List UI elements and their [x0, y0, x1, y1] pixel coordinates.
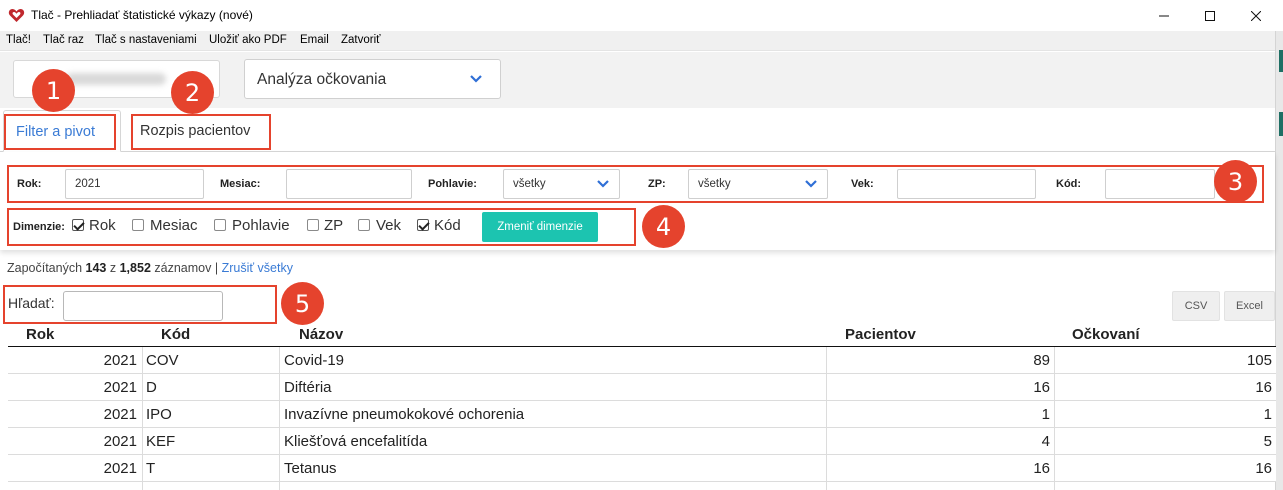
col-header-rok[interactable]: Rok: [26, 326, 54, 343]
search-label: Hľadať:: [8, 295, 55, 311]
excel-export-button[interactable]: Excel: [1224, 291, 1275, 321]
cell-kod: COV: [146, 352, 179, 369]
menu-bar: Tlač! Tlač raz Tlač s nastaveniami Uloži…: [0, 31, 1283, 51]
column-separator: [142, 347, 143, 490]
cell-kod: T: [146, 460, 156, 477]
cell-rok: 2021: [103, 352, 137, 369]
cell-rok: 2021: [103, 379, 137, 396]
cell-rok: 2021: [103, 460, 137, 477]
report-select-value: Analýza očkovania: [257, 71, 387, 88]
annotation-box-4: [7, 208, 636, 246]
app-heart-icon: [8, 8, 25, 22]
edge-mark: [1279, 112, 1283, 136]
counter-total: 1,852: [119, 261, 151, 275]
cell-nazov: Kliešťová encefalitída: [284, 433, 428, 450]
menu-print[interactable]: Tlač!: [6, 34, 31, 46]
close-icon: [1251, 10, 1261, 21]
record-counter: Započítaných 143 z 1,852 záznamov | Zruš…: [7, 261, 293, 275]
column-separator: [279, 347, 280, 490]
cell-nazov: Tetanus: [284, 460, 337, 477]
annotation-badge-3: 3: [1214, 160, 1257, 203]
cell-kod: KEF: [146, 433, 176, 450]
close-button[interactable]: [1233, 0, 1279, 31]
menu-save-pdf[interactable]: Uložiť ako PDF: [209, 34, 287, 46]
cell-pacientov: 16: [1033, 379, 1050, 396]
minimize-icon: [1159, 15, 1169, 16]
menu-email[interactable]: Email: [300, 34, 329, 46]
cell-nazov: Diftéria: [284, 379, 332, 396]
window-edge: [1275, 31, 1283, 490]
annotation-badge-1: 1: [32, 69, 75, 112]
maximize-icon: [1205, 10, 1215, 21]
cell-ockovani: 105: [1246, 352, 1272, 369]
cell-nazov: Covid-19: [284, 352, 345, 369]
menu-print-settings[interactable]: Tlač s nastaveniami: [95, 34, 197, 46]
counter-separator: |: [214, 261, 219, 275]
counter-count: 143: [85, 261, 107, 275]
col-header-kod[interactable]: Kód: [161, 326, 190, 343]
annotation-badge-4: 4: [642, 205, 685, 248]
title-bar: Tlač - Prehliadať štatistické výkazy (no…: [0, 0, 1283, 31]
menu-close[interactable]: Zatvoriť: [341, 34, 380, 46]
table-row: 2021 COV Covid-19 89 105: [8, 347, 1276, 374]
cell-pacientov: 1: [1041, 406, 1050, 423]
table-row: 2021 KEF Kliešťová encefalitída 4 5: [8, 428, 1276, 455]
cell-ockovani: 1: [1263, 406, 1272, 423]
col-header-pacientov[interactable]: Pacientov: [845, 326, 916, 343]
column-separator: [826, 347, 827, 490]
col-header-ockovani[interactable]: Očkovaní: [1072, 326, 1140, 343]
search-input[interactable]: [63, 291, 223, 321]
annotation-box-3: [7, 165, 1264, 203]
cell-kod: D: [146, 379, 157, 396]
cell-kod: IPO: [146, 406, 172, 423]
cell-rok: 2021: [103, 406, 137, 423]
table-row: 2021 IPO Invazívne pneumokokové ochoreni…: [8, 401, 1276, 428]
report-select[interactable]: Analýza očkovania: [244, 59, 501, 99]
chevron-down-icon: [470, 75, 482, 83]
annotation-badge-5: 5: [281, 282, 324, 325]
counter-of: z: [109, 261, 117, 275]
cell-pacientov: 89: [1033, 352, 1050, 369]
cell-pacientov: 4: [1041, 433, 1050, 450]
table-row: 2021 D Diftéria 16 16: [8, 374, 1276, 401]
menu-print-once[interactable]: Tlač raz: [43, 34, 84, 46]
cell-ockovani: 16: [1255, 379, 1272, 396]
col-header-nazov[interactable]: Názov: [299, 326, 343, 343]
maximize-button[interactable]: [1187, 0, 1233, 31]
annotation-badge-2: 2: [171, 71, 214, 114]
annotation-box-2: [131, 114, 271, 150]
cell-ockovani: 5: [1263, 433, 1272, 450]
counter-prefix: Započítaných: [7, 261, 83, 275]
minimize-button[interactable]: [1141, 0, 1187, 31]
clear-all-link[interactable]: Zrušiť všetky: [222, 261, 293, 275]
annotation-box-1: [4, 114, 116, 150]
window-title: Tlač - Prehliadať štatistické výkazy (no…: [31, 8, 253, 22]
cell-nazov: Invazívne pneumokokové ochorenia: [284, 406, 525, 423]
edge-mark: [1279, 50, 1283, 72]
column-separator: [1054, 347, 1055, 490]
cell-rok: 2021: [103, 433, 137, 450]
cell-ockovani: 16: [1255, 460, 1272, 477]
csv-export-button[interactable]: CSV: [1172, 291, 1220, 321]
cell-pacientov: 16: [1033, 460, 1050, 477]
counter-suffix: záznamov: [154, 261, 212, 275]
table-row: 2021 T Tetanus 16 16: [8, 455, 1276, 482]
